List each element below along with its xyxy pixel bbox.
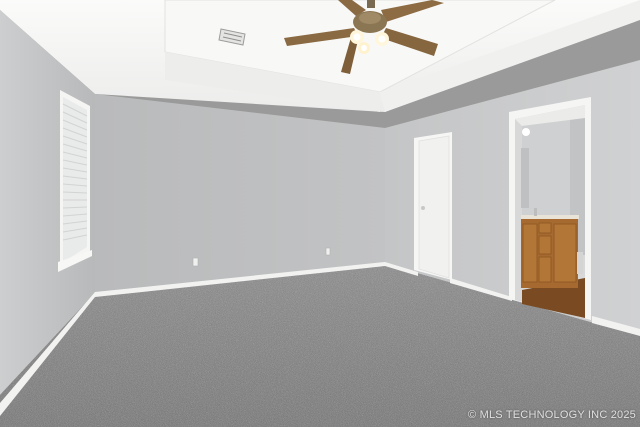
window	[58, 90, 92, 272]
vanity-cabinet	[521, 208, 579, 288]
closed-door	[414, 132, 452, 280]
back-wall	[95, 94, 385, 293]
bathroom-doorway	[509, 97, 591, 320]
electrical-outlet-icon	[192, 257, 199, 267]
door-knob	[421, 206, 425, 210]
room-photo: © MLS TECHNOLOGY INC 2025	[0, 0, 640, 427]
watermark: © MLS TECHNOLOGY INC 2025	[468, 409, 636, 421]
ceiling-light-icon	[522, 128, 530, 136]
room-illustration	[0, 0, 640, 427]
electrical-outlet-icon	[325, 247, 331, 256]
